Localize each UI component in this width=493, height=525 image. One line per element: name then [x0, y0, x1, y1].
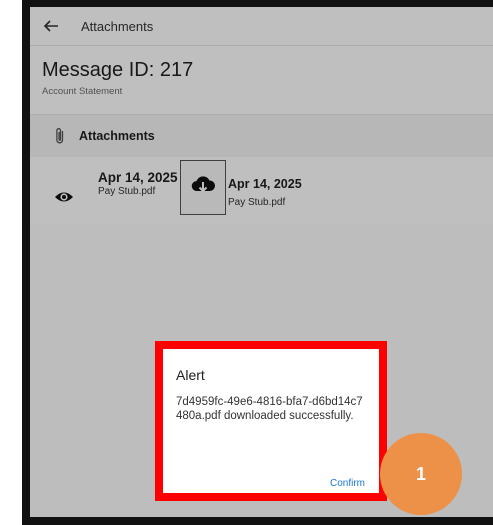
confirm-button[interactable]: Confirm	[330, 478, 365, 489]
modal-scrim-top	[30, 7, 493, 225]
app-screen: Attachments Message ID: 217 Account Stat…	[30, 7, 493, 517]
dialog-message: 7d4959fc-49e6-4816-bfa7-d6bd14c7480a.pdf…	[176, 396, 363, 422]
step-number-badge: 1	[380, 433, 462, 515]
dialog-title: Alert	[176, 367, 205, 383]
device-frame: Attachments Message ID: 217 Account Stat…	[22, 0, 493, 525]
alert-dialog: Alert 7d4959fc-49e6-4816-bfa7-d6bd14c748…	[155, 341, 387, 501]
